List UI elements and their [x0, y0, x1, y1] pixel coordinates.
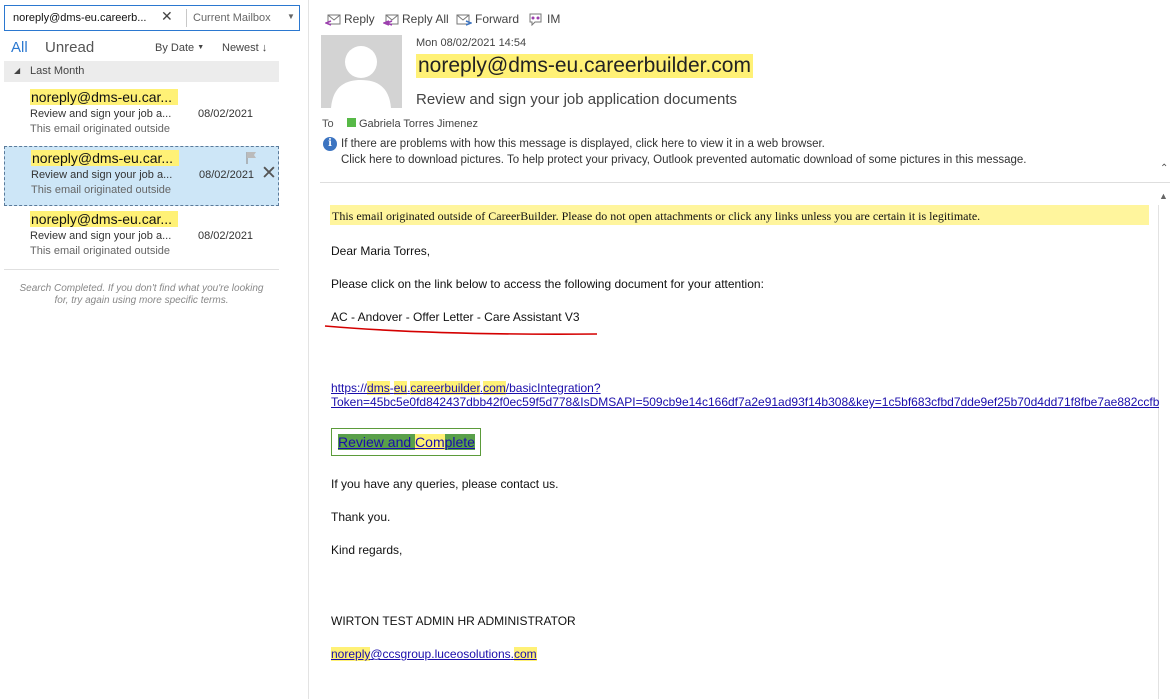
search-note-line: Search Completed. If you don't find what… — [19, 283, 264, 294]
email-part: noreply — [331, 647, 371, 661]
message-list-pane: noreply@dms-eu.careerb... ✕ Current Mail… — [0, 0, 309, 699]
collapse-triangle-icon[interactable]: ◢ — [14, 66, 20, 75]
contact-email-link[interactable]: noreply@ccsgroup.luceosolutions.com — [331, 647, 537, 661]
url-part: careerbuilder — [410, 381, 480, 395]
sort-by-label: By Date — [155, 42, 195, 54]
vertical-scrollbar[interactable] — [1158, 205, 1159, 699]
search-note-line: for, try again using more specific terms… — [54, 295, 229, 306]
message-date: 08/02/2021 — [199, 169, 255, 181]
reply-label: Reply — [344, 12, 375, 26]
reply-all-button[interactable]: Reply All — [381, 12, 449, 26]
reply-icon — [323, 14, 341, 26]
chevron-down-icon[interactable]: ▼ — [287, 12, 295, 21]
filter-all[interactable]: All — [11, 39, 28, 56]
message-preview: This email originated outside — [31, 184, 172, 196]
to-label: To — [322, 118, 334, 130]
list-item[interactable]: noreply@dms-eu.car... Review and sign yo… — [4, 208, 279, 268]
im-label: IM — [547, 12, 561, 26]
message-sender-address[interactable]: noreply@dms-eu.careerbuilder.com — [416, 54, 753, 78]
header-divider — [320, 182, 1170, 183]
clear-search-icon[interactable]: ✕ — [161, 8, 173, 25]
review-button-label: Review and Complete — [338, 434, 475, 451]
collapse-header-icon[interactable]: ⌃ — [1160, 163, 1168, 174]
person-silhouette-icon — [331, 46, 391, 108]
url-part: com — [483, 381, 506, 395]
review-and-complete-button[interactable]: Review and Complete — [331, 428, 481, 456]
signature: WIRTON TEST ADMIN HR ADMINISTRATOR — [331, 614, 576, 628]
arrow-down-icon: ↓ — [261, 42, 268, 54]
instruction-text: Please click on the link below to access… — [331, 277, 764, 291]
sort-order-toggle[interactable]: Newest ↓ — [222, 42, 267, 54]
external-email-warning: This email originated outside of CareerB… — [332, 209, 981, 223]
review-label-part: plete — [444, 434, 475, 450]
forward-icon — [456, 14, 474, 26]
url-part: /basicIntegration? — [505, 381, 601, 395]
message-preview: This email originated outside — [30, 123, 171, 135]
sender-avatar[interactable] — [321, 35, 402, 108]
view-in-browser-infobar[interactable]: If there are problems with how this mess… — [341, 138, 825, 150]
message-sender: noreply@dms-eu.car... — [30, 211, 178, 227]
greeting: Dear Maria Torres, — [331, 244, 431, 258]
document-link-token[interactable]: Token=45bc5e0fd842437dbb42f0ec59f5d778&I… — [331, 395, 1159, 409]
sort-by-dropdown[interactable]: By Date ▼ — [155, 42, 204, 54]
review-label-part: Com — [415, 434, 445, 450]
chevron-down-icon: ▼ — [197, 44, 205, 51]
recipient-name[interactable]: Gabriela Torres Jimenez — [359, 118, 478, 130]
scope-divider — [186, 9, 187, 27]
list-item[interactable]: noreply@dms-eu.car... Review and sign yo… — [4, 86, 279, 146]
download-pictures-infobar[interactable]: Click here to download pictures. To help… — [341, 154, 1026, 166]
pane-divider[interactable] — [308, 0, 309, 699]
reply-all-icon — [381, 14, 399, 26]
regards-text: Kind regards, — [331, 543, 403, 557]
forward-label: Forward — [475, 12, 520, 26]
search-box[interactable]: noreply@dms-eu.careerb... ✕ Current Mail… — [4, 5, 300, 31]
url-part: eu — [393, 381, 408, 395]
search-scope-dropdown[interactable]: Current Mailbox — [193, 12, 271, 24]
message-date: 08/02/2021 — [198, 230, 254, 242]
review-label-part: Review and — [338, 434, 416, 450]
url-part: https:// — [331, 381, 368, 395]
instant-message-icon — [529, 13, 542, 27]
reply-button[interactable]: Reply — [323, 12, 375, 26]
document-link[interactable]: https://dms-eu.careerbuilder.com/basicIn… — [331, 381, 601, 395]
message-sender: noreply@dms-eu.car... — [30, 89, 178, 105]
message-sender: noreply@dms-eu.car... — [31, 150, 179, 166]
message-subject-heading: Review and sign your job application doc… — [416, 91, 738, 108]
scroll-up-arrow-icon[interactable]: ▲ — [1159, 191, 1168, 201]
message-time: Mon 08/02/2021 14:54 — [416, 37, 527, 49]
search-input[interactable]: noreply@dms-eu.careerb... — [13, 12, 155, 24]
thanks-text: Thank you. — [331, 510, 391, 524]
group-label: Last Month — [30, 65, 85, 77]
reply-all-label: Reply All — [402, 12, 449, 26]
message-subject: Review and sign your job a... — [31, 169, 173, 181]
forward-button[interactable]: Forward — [456, 12, 519, 26]
filter-unread[interactable]: Unread — [45, 39, 94, 56]
message-date: 08/02/2021 — [198, 108, 254, 120]
search-status-note: Search Completed. If you don't find what… — [4, 283, 279, 307]
queries-text: If you have any queries, please contact … — [331, 477, 559, 491]
flag-icon[interactable] — [244, 151, 258, 165]
info-icon: i — [323, 137, 337, 151]
email-part: com — [513, 647, 537, 661]
presence-status-icon — [347, 118, 356, 127]
url-part: dms — [367, 381, 390, 395]
list-divider — [4, 269, 279, 270]
message-preview: This email originated outside — [30, 245, 171, 257]
list-item[interactable]: noreply@dms-eu.car... Review and sign yo… — [4, 146, 279, 206]
message-subject: Review and sign your job a... — [30, 230, 172, 242]
email-part: @ccsgroup.luceosolutions — [370, 647, 511, 661]
red-underline-annotation — [324, 325, 598, 335]
delete-icon[interactable]: ✕ — [261, 164, 277, 183]
message-subject: Review and sign your job a... — [30, 108, 172, 120]
im-button[interactable]: IM — [528, 12, 561, 27]
sort-order-label: Newest — [222, 42, 259, 54]
